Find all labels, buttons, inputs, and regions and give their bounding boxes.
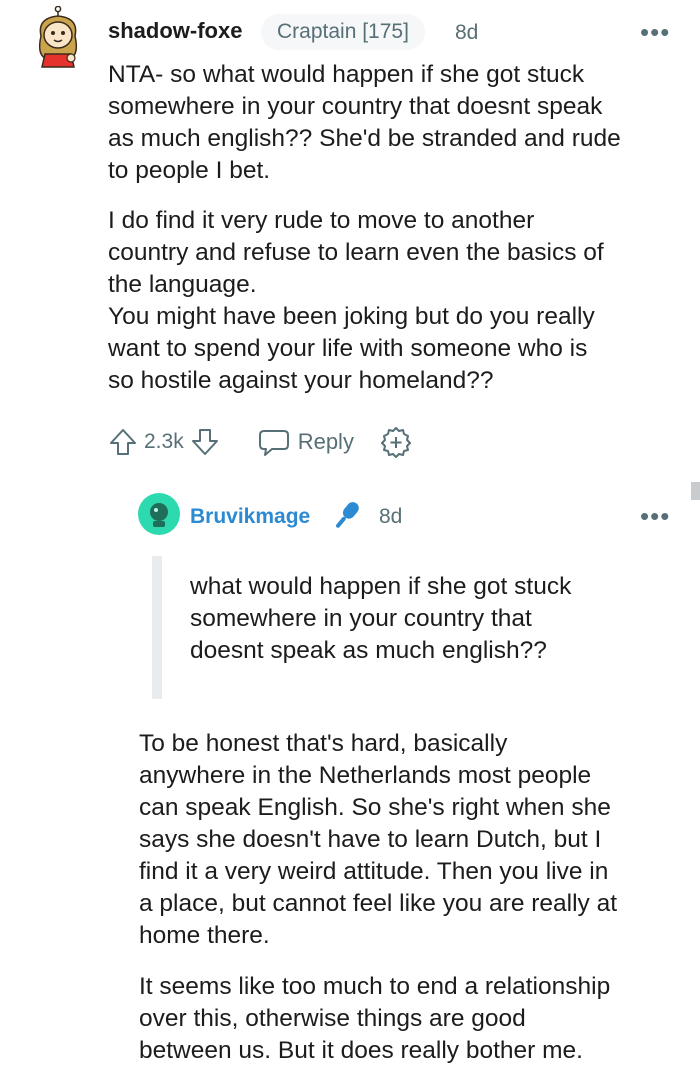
vote-count: 2.3k (144, 430, 184, 453)
comment-author[interactable]: shadow-foxe (108, 18, 242, 44)
comment-age: 8d (455, 21, 479, 44)
reply-avatar[interactable] (138, 493, 180, 535)
comment-paragraph: I do find it very rude to move to anothe… (108, 207, 604, 394)
more-options-icon[interactable]: ••• (640, 503, 670, 529)
reply-paragraph: It seems like too much to end a relation… (139, 973, 611, 1064)
user-flair: Craptain [175] (261, 14, 425, 50)
reply-author[interactable]: Bruvikmage (190, 505, 310, 529)
reply-icon (258, 430, 289, 456)
scrollbar-thumb[interactable] (691, 482, 700, 500)
comment-body: NTA- so what would happen if she got stu… (108, 59, 621, 397)
reply-button[interactable]: Reply (258, 427, 354, 457)
reply-age: 8d (379, 505, 403, 528)
user-avatar[interactable] (33, 6, 83, 68)
award-icon[interactable] (380, 426, 412, 458)
reply-paragraph: To be honest that's hard, basically anyw… (139, 730, 618, 949)
microphone-icon (336, 502, 359, 528)
upvote-icon[interactable] (108, 427, 138, 457)
quoted-text: what would happen if she got stuck somew… (190, 573, 572, 664)
downvote-icon[interactable] (190, 427, 220, 457)
quote-bar (152, 556, 162, 699)
comment-actions: 2.3k Reply (108, 424, 412, 460)
more-options-icon[interactable]: ••• (640, 19, 670, 45)
reply-body: To be honest that's hard, basically anyw… (139, 728, 617, 1067)
comment-paragraph: NTA- so what would happen if she got stu… (108, 61, 621, 184)
